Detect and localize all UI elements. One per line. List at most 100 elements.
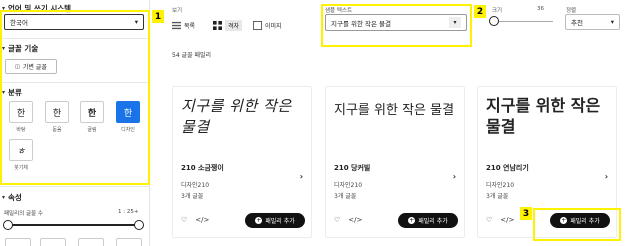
language-select-value: 한국어	[10, 19, 28, 27]
font-designer: 디자인210	[486, 182, 515, 189]
sort-select[interactable]: 추천 ▾	[565, 14, 620, 30]
sample-text-select[interactable]: 지구를 위한 작은 물결 ▾	[325, 14, 467, 31]
classification-rounded-button[interactable]: 한	[80, 101, 104, 123]
sample-text-label: 샘플 텍스트	[325, 8, 353, 14]
chevron-down-icon: ▾	[2, 194, 6, 201]
card-actions: ♡ </>	[486, 216, 514, 224]
classification-glyph: ㅎ	[16, 146, 26, 157]
weight-option[interactable]	[40, 238, 66, 246]
technology-section-title: 글꼴 기술	[8, 44, 39, 53]
classification-glyph: 한	[123, 108, 133, 119]
chevron-right-icon[interactable]: ›	[605, 172, 608, 181]
classification-label: 바탕	[16, 127, 26, 133]
weight-option[interactable]	[78, 238, 104, 246]
card-actions: ♡ </>	[334, 216, 362, 224]
size-label: 크기	[492, 8, 503, 14]
font-count-filter-value: 1 : 25+	[118, 209, 139, 215]
view-grid-label: 격자	[225, 19, 243, 31]
code-icon[interactable]: </>	[195, 216, 209, 224]
divider	[0, 82, 150, 83]
add-family-label: 패밀리 추가	[418, 218, 448, 225]
font-designer: 디자인210	[334, 182, 363, 189]
classification-glyph: 한	[52, 108, 62, 119]
font-preview: 지구를 위한 작은 물결	[334, 103, 455, 118]
heart-icon[interactable]: ♡	[486, 216, 492, 224]
annotation-badge-3: 3	[520, 207, 532, 220]
heart-icon[interactable]: ♡	[334, 216, 340, 224]
code-icon[interactable]: </>	[500, 216, 514, 224]
weight-option[interactable]	[116, 238, 142, 246]
sample-text-value: 지구를 위한 작은 물결	[331, 19, 392, 28]
plus-icon: +	[255, 217, 263, 224]
font-card[interactable]: 지구를 위한 작은 물결 210 연남리기 › 디자인210 3개 글꼴 ♡ <…	[477, 86, 617, 238]
add-family-button[interactable]: + 패밀리 추가	[550, 213, 610, 228]
classification-display-button[interactable]: 한	[116, 101, 140, 123]
language-select[interactable]: 한국어 ▾	[4, 14, 144, 30]
chevron-right-icon[interactable]: ›	[300, 172, 303, 181]
classification-section-title: 분류	[8, 88, 22, 97]
classification-handwriting-button[interactable]: ㅎ	[9, 139, 33, 161]
result-count: 54 글꼴 패밀리	[172, 52, 212, 59]
filter-sidebar: ▾ 언어 및 쓰기 시스템 한국어 ▾ ▾ 글꼴 기술 ◫ 기변 글꼴 ▾ 분류…	[0, 0, 150, 246]
font-count-slider-max-handle[interactable]	[134, 220, 144, 230]
language-section-header[interactable]: ▾ 언어 및 쓰기 시스템	[2, 3, 71, 14]
chevron-down-icon: ▾	[449, 17, 461, 28]
code-icon[interactable]: </>	[348, 216, 362, 224]
font-card[interactable]: 지구를 위한 작은 물결 210 소금쟁이 › 디자인210 3개 글꼴 ♡ <…	[172, 86, 312, 238]
font-preview: 지구를 위한 작은 물결	[486, 96, 601, 136]
classification-glyph: 한	[16, 108, 26, 119]
font-style-count: 3개 글꼴	[181, 193, 204, 200]
divider	[0, 186, 150, 187]
sort-label: 정렬	[566, 8, 577, 14]
view-image-button[interactable]: 이미지	[253, 18, 282, 32]
plus-icon: +	[560, 217, 568, 224]
chevron-down-icon: ▾	[610, 18, 614, 26]
variable-font-label: 기변 글꼴	[22, 64, 47, 71]
font-name: 210 소금쟁이	[181, 164, 224, 172]
font-name: 210 당커빌	[334, 164, 371, 172]
language-section-title: 언어 및 쓰기 시스템	[8, 4, 72, 13]
font-style-count: 3개 글꼴	[486, 193, 509, 200]
classification-label: 굴림	[87, 127, 97, 133]
font-preview: 지구를 위한 작은 물결	[181, 97, 292, 136]
add-family-label: 패밀리 추가	[570, 218, 600, 225]
classification-sans-button[interactable]: 한	[45, 101, 69, 123]
add-family-button[interactable]: + 패밀리 추가	[398, 213, 458, 228]
properties-section-header[interactable]: ▾ 속성	[2, 192, 22, 203]
divider	[0, 38, 150, 39]
heart-icon[interactable]: ♡	[181, 216, 187, 224]
chevron-down-icon: ▾	[2, 5, 6, 12]
font-count-slider-min-handle[interactable]	[3, 220, 13, 230]
classification-label: 붓기체	[14, 165, 28, 171]
size-value: 36	[537, 6, 544, 12]
view-list-button[interactable]: 목록	[172, 18, 195, 32]
size-slider-track[interactable]	[493, 21, 553, 22]
card-actions: ♡ </>	[181, 216, 209, 224]
list-icon	[172, 21, 181, 29]
font-name: 210 연남리기	[486, 164, 529, 172]
view-label: 보기	[172, 8, 183, 14]
technology-section-header[interactable]: ▾ 글꼴 기술	[2, 43, 38, 54]
view-grid-button[interactable]: 격자	[213, 18, 243, 32]
font-count-slider-track[interactable]	[8, 224, 140, 226]
plus-icon: +	[408, 217, 416, 224]
font-card[interactable]: 지구를 위한 작은 물결 210 당커빌 › 디자인210 3개 글꼴 ♡ </…	[325, 86, 465, 238]
annotation-badge-1: 1	[152, 10, 164, 23]
view-list-label: 목록	[184, 22, 196, 30]
classification-serif-button[interactable]: 한	[9, 101, 33, 123]
add-family-button[interactable]: + 패밀리 추가	[245, 213, 305, 228]
annotation-badge-2: 2	[474, 5, 486, 18]
classification-section-header[interactable]: ▾ 분류	[2, 87, 22, 98]
classification-label: 돋움	[52, 127, 62, 133]
variable-font-button[interactable]: ◫ 기변 글꼴	[5, 59, 57, 74]
size-slider-handle[interactable]	[489, 16, 499, 26]
chevron-down-icon: ▾	[2, 45, 6, 52]
weight-option[interactable]	[5, 238, 31, 246]
font-count-filter-label: 패밀리의 글꼴 수	[4, 211, 43, 217]
font-designer: 디자인210	[181, 182, 210, 189]
add-family-label: 패밀리 추가	[265, 218, 295, 225]
chevron-down-icon: ▾	[2, 89, 6, 96]
sort-value: 추천	[571, 19, 583, 27]
classification-label: 디자인	[121, 127, 135, 133]
chevron-right-icon[interactable]: ›	[453, 172, 456, 181]
